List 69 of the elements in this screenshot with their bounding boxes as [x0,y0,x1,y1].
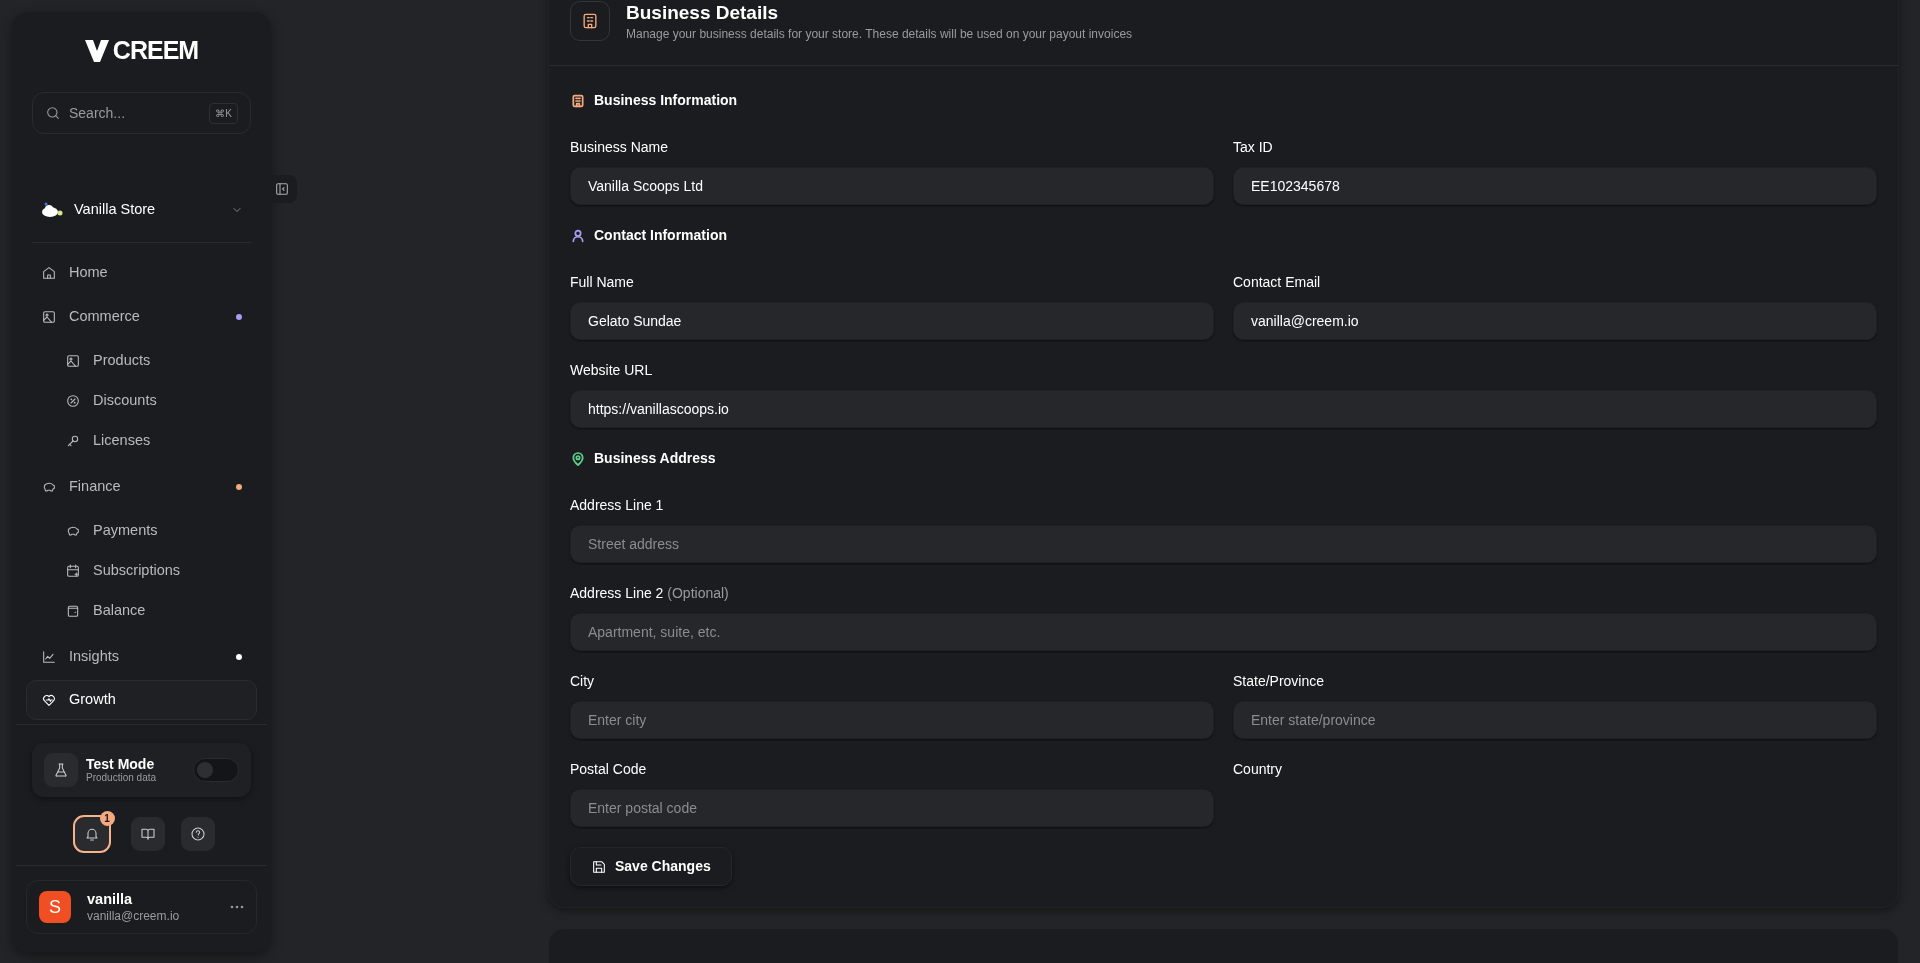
toggle-switch[interactable] [193,758,239,782]
input-field[interactable]: https://vanillascoops.io [570,390,1877,428]
user-name: vanilla [87,891,134,909]
input-field[interactable]: Gelato Sundae [570,302,1214,340]
user-card[interactable]: S vanilla vanilla@creem.io [26,880,257,934]
field-label: Contact Email [1233,274,1321,290]
field-label: State/Province [1233,673,1325,689]
sidebar-toggle-icon [274,181,290,197]
user-avatar: S [39,891,71,923]
field-label: Address Line 2 (Optional) [570,585,729,601]
field-label: Website URL [570,362,653,378]
image-icon [41,309,57,325]
test-mode-subtitle: Production data [86,772,158,784]
section-title: Business Address [594,449,716,468]
save-icon [591,858,607,875]
input-field[interactable]: vanilla@creem.io [1233,302,1877,340]
wallet-icon [65,603,81,619]
input-field[interactable]: Vanilla Scoops Ltd [570,167,1214,205]
input-field[interactable]: Apartment, suite, etc. [570,613,1877,651]
input-field[interactable]: Enter city [570,701,1214,739]
field-label: City [570,673,595,689]
field-label: Business Name [570,139,669,155]
input-field[interactable]: Enter state/province [1233,701,1877,739]
image-icon [65,353,81,369]
home-icon [41,265,57,281]
percent-badge-icon [65,393,81,409]
nav-item[interactable]: Finance [26,467,257,507]
logo: CREEM [84,32,199,70]
nav-item[interactable]: Subscriptions [26,551,257,591]
input-field[interactable]: Enter postal code [570,789,1214,827]
field-label: Full Name [570,274,634,290]
field-label: Country [1233,761,1283,777]
input-field[interactable]: EE102345678 [1233,167,1877,205]
search-icon [45,105,61,121]
calendar-icon [65,563,81,579]
heart-icon [41,692,57,708]
building-icon [570,1,610,41]
nav-item[interactable]: Licenses [26,421,257,461]
field-label: Address Line 1 [570,497,664,513]
save-changes-button[interactable]: Save Changes [570,847,732,886]
nav-item[interactable]: Commerce [26,297,257,337]
book-icon [139,826,156,842]
more-icon[interactable] [230,905,244,909]
line-chart-icon [41,649,57,665]
key-icon [65,433,81,449]
input-field[interactable]: Street address [570,525,1877,563]
field-label: Tax ID [1233,139,1273,155]
nav-item[interactable]: Insights [26,637,257,677]
user-email: vanilla@creem.io [87,908,181,923]
nav-item[interactable]: Home [26,253,257,293]
nav-item[interactable]: Growth [26,680,257,720]
shortcut-hint: ⌘K [209,102,238,124]
field-label: Postal Code [570,761,647,777]
nav-item[interactable]: Discounts [26,381,257,421]
store-selector[interactable]: Vanilla Store [32,190,251,230]
nav-item[interactable]: Payments [26,511,257,551]
page-subtitle: Manage your business details for your store. These details will be used on your payout invoices [626,25,1133,43]
search-field[interactable]: Search... ⌘K [32,92,251,134]
page-title: Business Details [626,2,780,25]
docs-button[interactable] [130,817,165,851]
nav-item[interactable]: Balance [26,591,257,631]
section-title: Contact Information [594,226,727,245]
section-title: Business Information [594,91,738,110]
test-mode-title: Test Mode [86,756,156,773]
help-button[interactable] [180,817,215,851]
collapse-sidebar-button[interactable] [267,175,297,203]
help-icon [189,826,206,842]
nav-item[interactable]: Products [26,341,257,381]
flask-icon [53,762,69,778]
